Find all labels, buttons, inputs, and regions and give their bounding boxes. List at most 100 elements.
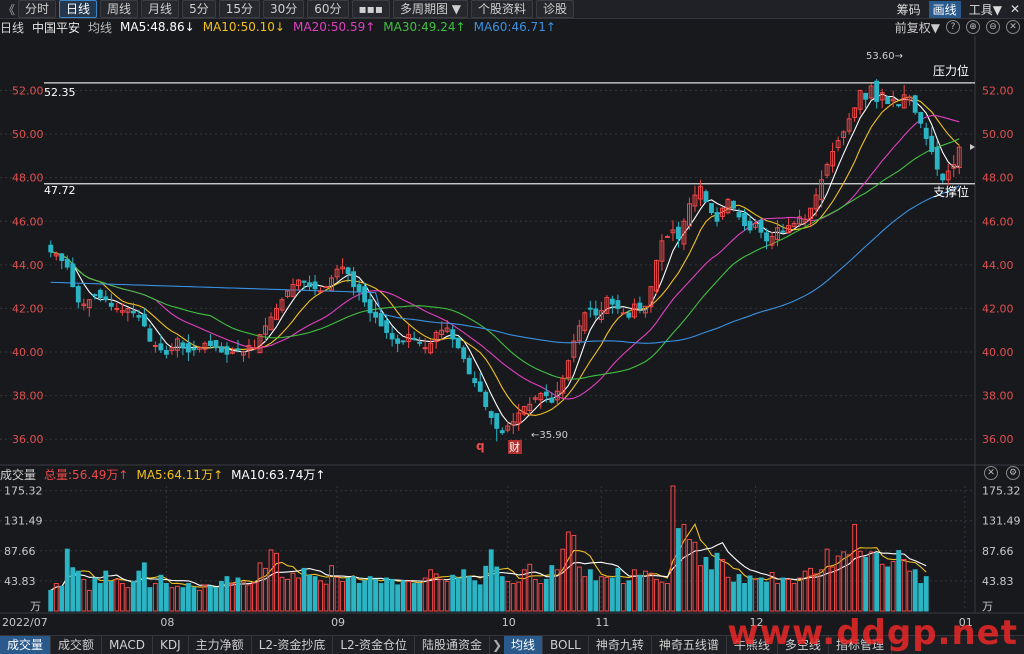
axes: 52.00 52.00 50.00 50.00 48.00 48.00 46.00 46.00…: [2, 84, 1021, 629]
tab-macd[interactable]: MACD: [102, 636, 154, 654]
volume-bar: [692, 541, 698, 612]
back-icon[interactable]: 《: [0, 1, 18, 18]
volume-bar: [582, 576, 588, 612]
ma-info-bar: 日线 中国平安 均线 MA5:48.86↓ MA10:50.10↓ MA20:5…: [0, 18, 1024, 36]
candle-body: [676, 226, 681, 240]
candle-body: [885, 96, 891, 105]
close-panel-icon[interactable]: ✕: [1006, 20, 1020, 34]
period-label: 日线: [0, 20, 25, 35]
price-tick-label-left: 36.00: [12, 433, 44, 446]
tab-weekly[interactable]: 周线: [100, 0, 139, 18]
price-tick-label-right: 38.00: [982, 390, 1014, 403]
candle-body: [742, 212, 747, 227]
volume-bar: [714, 552, 720, 612]
tab-l2-bottom[interactable]: L2-资金抄底: [252, 636, 334, 654]
zoom-out-icon[interactable]: ⊖: [986, 20, 1000, 34]
ma-label[interactable]: 均线: [88, 19, 112, 36]
tab-monthly[interactable]: 月线: [141, 0, 180, 18]
candle-body: [373, 311, 379, 318]
chevron-down-icon: ▼: [930, 20, 940, 35]
tab-five-lines[interactable]: 神奇五线谱: [652, 636, 727, 654]
close-icon[interactable]: ✕: [984, 466, 998, 480]
tab-5min[interactable]: 5分: [182, 0, 216, 18]
volume-bar: [174, 585, 180, 612]
candle-body: [345, 267, 351, 275]
candle-body: [714, 212, 720, 222]
candle-body: [494, 413, 500, 429]
volume-bar: [196, 589, 202, 612]
volume-bar: [527, 563, 533, 612]
tab-daily[interactable]: 日线: [59, 0, 98, 18]
volume-total: 总量:56.49万↑: [44, 467, 129, 482]
candle-body: [219, 346, 224, 353]
x-axis-label: 11: [595, 616, 609, 629]
tab-nine-turn[interactable]: 神奇九转: [589, 636, 652, 654]
tab-volume[interactable]: 成交量: [0, 636, 52, 654]
adjust-mode-button[interactable]: 前复权▼: [895, 19, 940, 36]
tab-ma[interactable]: 均线: [504, 636, 544, 654]
tab-kdj[interactable]: KDJ: [153, 636, 189, 654]
x-axis-label: 2022/07: [2, 616, 48, 629]
tools-button[interactable]: 工具▼: [969, 1, 1002, 18]
volume-bar: [252, 582, 257, 612]
tab-main-net[interactable]: 主力净额: [189, 636, 252, 654]
candle-body: [307, 282, 312, 288]
stock-profile-button[interactable]: 个股资料: [471, 0, 534, 18]
ma20-line: [50, 115, 960, 400]
volume-bar: [208, 585, 213, 612]
tab-long-short[interactable]: 多空线: [778, 636, 829, 654]
volume-bar: [549, 565, 555, 612]
ma5-line: [50, 93, 960, 426]
tab-turnover[interactable]: 成交额: [51, 636, 103, 654]
multi-period-button[interactable]: 多周期图 ▼: [392, 0, 469, 18]
candle-body: [422, 347, 428, 350]
tab-hk-connect[interactable]: 陆股通资金: [415, 636, 491, 654]
volume-tick-label-left: 43.83: [4, 575, 36, 588]
tab-15min[interactable]: 15分: [218, 0, 260, 18]
candle-body: [75, 286, 81, 303]
candle-body: [378, 313, 384, 327]
volume-bar: [114, 578, 120, 612]
drawline-button[interactable]: 画线: [928, 0, 961, 18]
price-tick-label-left: 46.00: [12, 215, 44, 228]
volume-bar: [103, 570, 109, 612]
close-icon[interactable]: ✕: [1010, 2, 1020, 16]
volume-bar: [620, 583, 626, 612]
volume-bar: [747, 575, 753, 612]
more-periods-button[interactable]: ▪▪▪: [351, 0, 390, 18]
resistance-value: 52.35: [44, 86, 76, 99]
gear-icon[interactable]: ⚙: [1006, 466, 1020, 480]
volume-bar: [758, 577, 764, 612]
volume-bar: [510, 583, 516, 612]
volume-bar: [235, 577, 241, 612]
volume-bar: [367, 576, 373, 612]
candle-body: [395, 338, 401, 344]
chips-button[interactable]: 筹码: [897, 1, 921, 18]
tab-bull-bear[interactable]: 牛熊线: [727, 636, 778, 654]
zoom-in-icon[interactable]: ⊕: [966, 20, 980, 34]
volume-bar: [257, 562, 263, 612]
volume-bar: [384, 577, 390, 612]
volume-tick-label-right: 87.66: [982, 545, 1014, 558]
price-tick-label-right: 36.00: [982, 433, 1014, 446]
diagnose-button[interactable]: 诊股: [536, 0, 575, 18]
chevron-right-icon[interactable]: ❯: [490, 638, 504, 652]
event-marker-q[interactable]: q: [476, 439, 485, 453]
volume-bar: [406, 580, 412, 612]
tab-indicator-manage[interactable]: 指标管理: [829, 636, 892, 654]
volume-bar: [736, 574, 742, 612]
tab-30min[interactable]: 30分: [262, 0, 305, 18]
grid: [0, 36, 1024, 614]
candle-body: [747, 220, 753, 231]
candle-body: [252, 347, 257, 350]
low-label: ←35.90: [531, 430, 568, 441]
tab-intraday[interactable]: 分时: [18, 0, 57, 18]
volume-bar: [312, 576, 318, 612]
tab-boll[interactable]: BOLL: [543, 636, 589, 654]
price-volume-chart[interactable]: 52.00 52.00 50.00 50.00 48.00 48.00 46.00 46.00…: [0, 36, 1024, 635]
tab-60min[interactable]: 60分: [307, 0, 349, 18]
help-icon[interactable]: ?: [946, 20, 960, 34]
price-tick-label-left: 50.00: [12, 128, 44, 141]
tab-l2-position[interactable]: L2-资金仓位: [333, 636, 415, 654]
candle-body: [461, 347, 467, 360]
